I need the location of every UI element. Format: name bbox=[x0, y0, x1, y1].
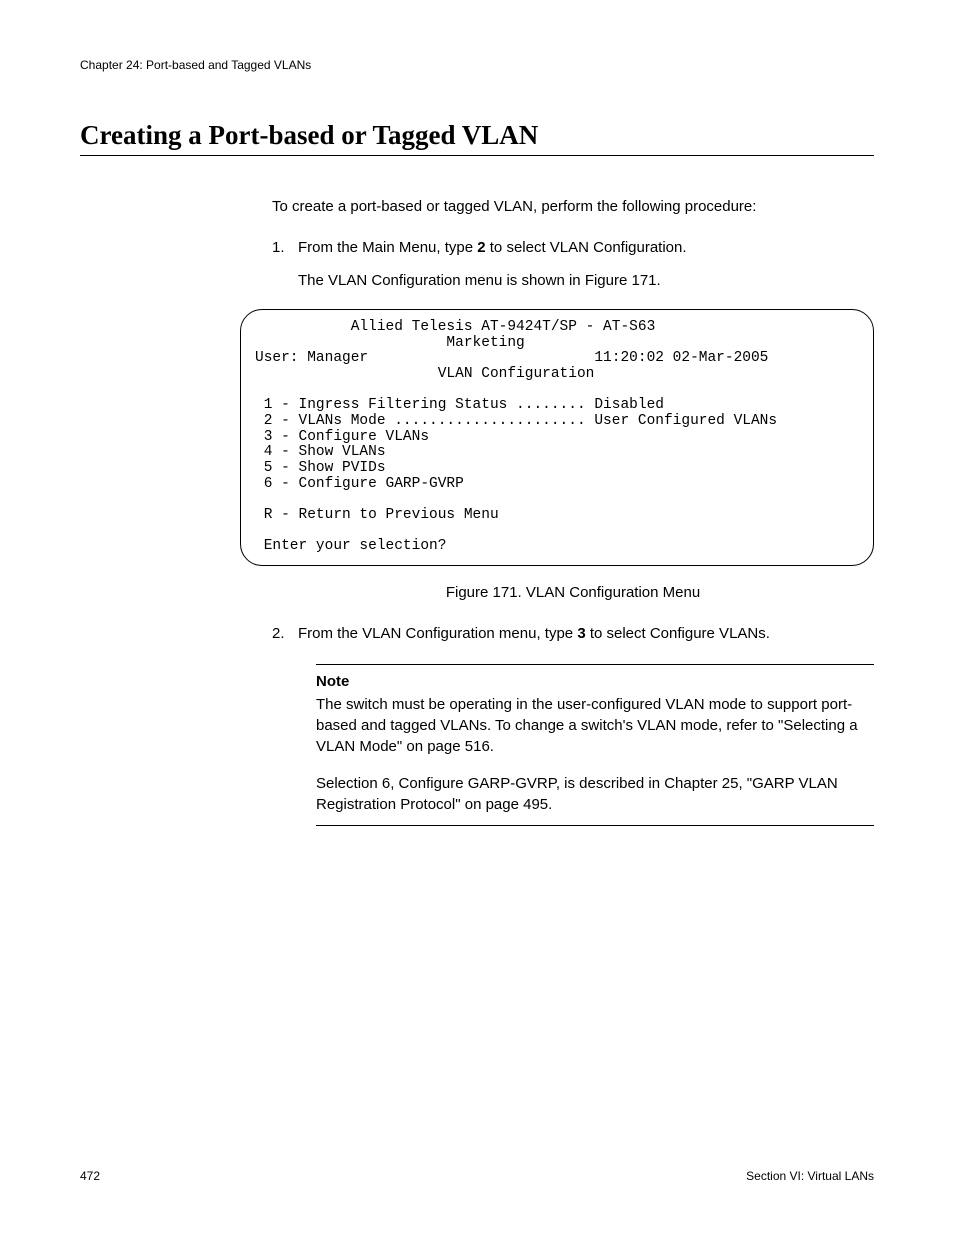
step-1-sub: The VLAN Configuration menu is shown in … bbox=[298, 272, 874, 289]
terminal-box: Allied Telesis AT-9424T/SP - AT-S63 Mark… bbox=[240, 309, 874, 566]
page: Chapter 24: Port-based and Tagged VLANs … bbox=[0, 0, 954, 1235]
terminal-output: Allied Telesis AT-9424T/SP - AT-S63 Mark… bbox=[255, 320, 859, 555]
step-1: 1. From the Main Menu, type 2 to select … bbox=[272, 237, 874, 258]
step-body: From the Main Menu, type 2 to select VLA… bbox=[298, 237, 874, 258]
step-text-pre: From the VLAN Configuration menu, type bbox=[298, 625, 577, 642]
step-number: 1. bbox=[272, 237, 298, 258]
section-title: Creating a Port-based or Tagged VLAN bbox=[80, 120, 874, 156]
chapter-header: Chapter 24: Port-based and Tagged VLANs bbox=[80, 58, 874, 72]
page-footer: 472 Section VI: Virtual LANs bbox=[80, 1169, 874, 1183]
step-text-pre: From the Main Menu, type bbox=[298, 239, 477, 256]
section-label: Section VI: Virtual LANs bbox=[746, 1169, 874, 1183]
step-text-post: to select Configure VLANs. bbox=[586, 625, 770, 642]
step-text-bold: 3 bbox=[577, 625, 585, 642]
content-area: To create a port-based or tagged VLAN, p… bbox=[272, 198, 874, 826]
page-number: 472 bbox=[80, 1169, 100, 1183]
note-paragraph-1: The switch must be operating in the user… bbox=[316, 694, 874, 757]
step-text-post: to select VLAN Configuration. bbox=[486, 239, 687, 256]
step-number: 2. bbox=[272, 623, 298, 644]
intro-text: To create a port-based or tagged VLAN, p… bbox=[272, 198, 874, 215]
step-2: 2. From the VLAN Configuration menu, typ… bbox=[272, 623, 874, 644]
figure-caption: Figure 171. VLAN Configuration Menu bbox=[272, 584, 874, 601]
step-body: From the VLAN Configuration menu, type 3… bbox=[298, 623, 874, 644]
note-block: Note The switch must be operating in the… bbox=[316, 664, 874, 826]
note-title: Note bbox=[316, 671, 874, 692]
note-paragraph-2: Selection 6, Configure GARP-GVRP, is des… bbox=[316, 773, 874, 815]
step-text-bold: 2 bbox=[477, 239, 485, 256]
